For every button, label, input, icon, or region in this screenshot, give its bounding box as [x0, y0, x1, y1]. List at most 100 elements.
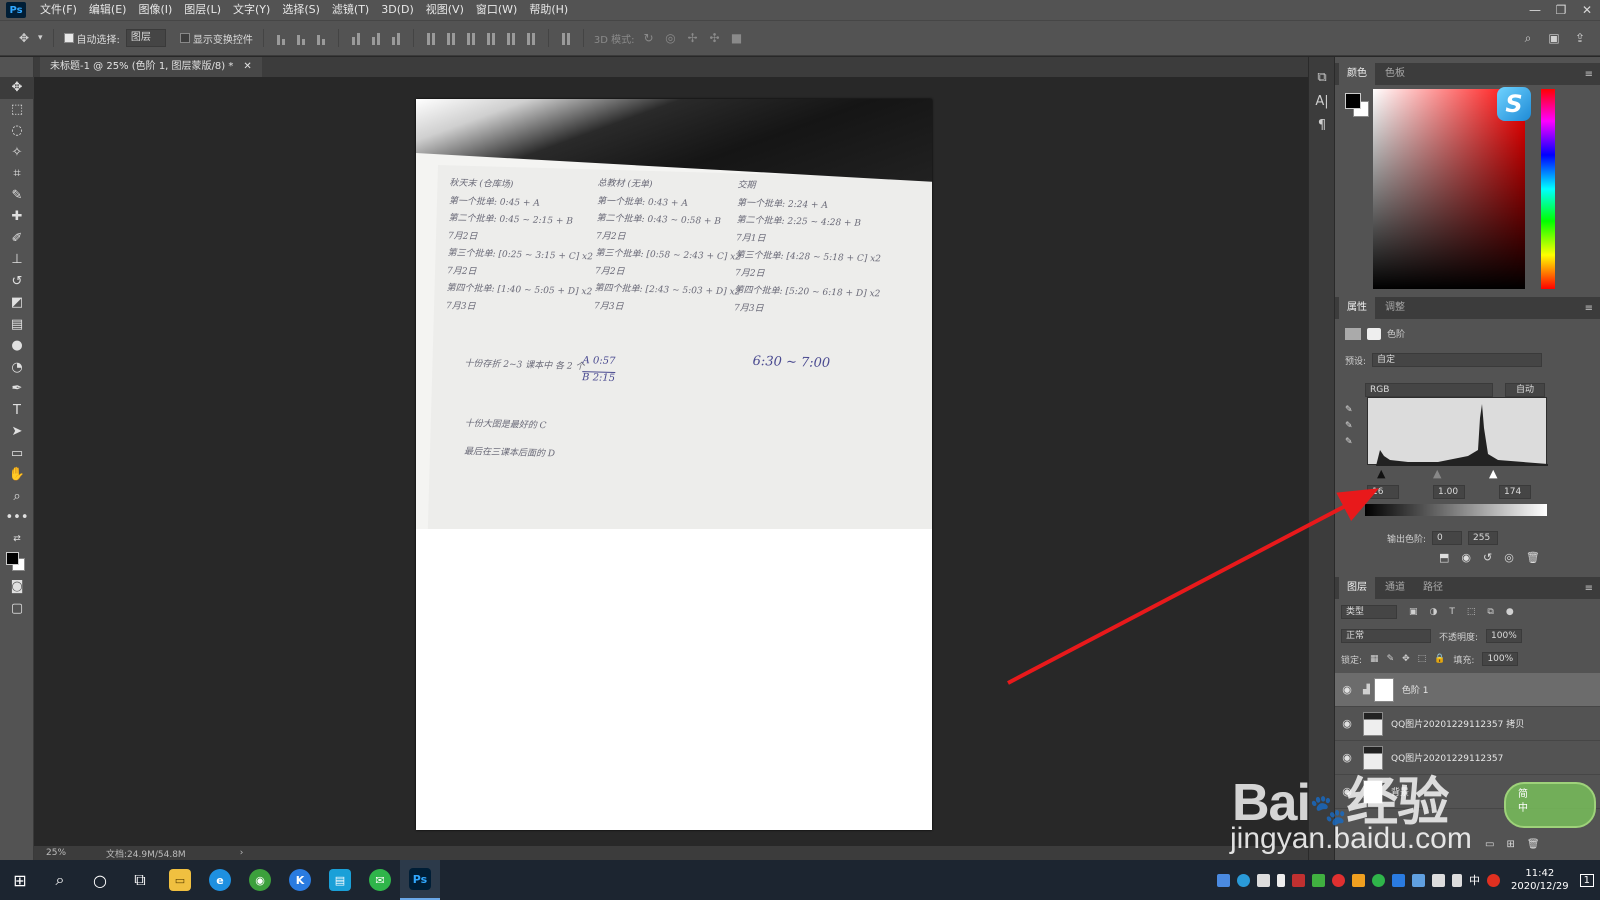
visibility-icon[interactable]: ◎	[1504, 551, 1514, 564]
search-icon[interactable]: ⌕	[40, 860, 80, 900]
black-point-eyedropper-icon[interactable]: ✎	[1345, 405, 1353, 415]
input-black-handle[interactable]: ▲	[1377, 467, 1385, 480]
kugou-icon[interactable]: K	[280, 860, 320, 900]
input-slider-track[interactable]: ▲ ▲ ▲	[1367, 467, 1547, 480]
chevron-right-icon[interactable]: ›	[240, 848, 244, 858]
zoom-tool-icon[interactable]: ⌕	[0, 486, 34, 508]
tab-swatches[interactable]: 色板	[1377, 63, 1413, 85]
tab-layers[interactable]: 图层	[1339, 577, 1375, 599]
show-transform-checkbox[interactable]: 显示变换控件	[179, 31, 253, 46]
document-tab[interactable]: 未标题-1 @ 25% (色阶 1, 图层蒙版/8) * ✕	[40, 57, 262, 77]
distribute-left-icon[interactable]	[484, 31, 498, 45]
sogou-tray-icon[interactable]	[1486, 873, 1500, 887]
auto-button[interactable]: 自动	[1505, 383, 1545, 397]
hand-tool-icon[interactable]: ✋	[0, 464, 34, 486]
panel-menu-icon[interactable]: ≡	[1585, 303, 1593, 314]
tray-app-icon[interactable]	[1256, 873, 1270, 887]
reset-icon[interactable]: ↺	[1483, 551, 1492, 564]
network-icon[interactable]	[1431, 873, 1445, 887]
menu-layer[interactable]: 图层(L)	[178, 0, 227, 20]
cortana-icon[interactable]: ○	[80, 860, 120, 900]
rectangle-tool-icon[interactable]: ▭	[0, 443, 34, 465]
brush-tool-icon[interactable]: ✐	[0, 228, 34, 250]
view-previous-icon[interactable]: ◉	[1461, 551, 1471, 564]
checkbox-unchecked-icon[interactable]	[179, 33, 190, 43]
healing-brush-tool-icon[interactable]: ✚	[0, 206, 34, 228]
lock-position-icon[interactable]: ✥	[1402, 654, 1410, 664]
input-white-field[interactable]: 174	[1499, 485, 1531, 499]
lock-pixels-icon[interactable]: ✎	[1387, 654, 1395, 664]
close-tab-icon[interactable]: ✕	[243, 57, 251, 77]
layer-name[interactable]: QQ图片20201229112357 拷贝	[1391, 717, 1524, 730]
search-icon[interactable]: ⌕	[1520, 30, 1536, 46]
gray-point-eyedropper-icon[interactable]: ✎	[1345, 421, 1353, 431]
layer-row[interactable]: ◉ QQ图片20201229112357 拷贝	[1335, 707, 1600, 741]
filter-pixel-icon[interactable]: ▣	[1409, 607, 1418, 617]
history-panel-icon[interactable]: ⧉	[1309, 65, 1335, 89]
marquee-tool-icon[interactable]: ⬚	[0, 99, 34, 121]
clip-to-layer-icon[interactable]: ⬒	[1439, 551, 1449, 564]
tray-app-icon[interactable]	[1391, 873, 1405, 887]
photoshop-taskbar-icon[interactable]: Ps	[400, 860, 440, 900]
levels-adjustment-icon[interactable]	[1345, 327, 1361, 340]
menu-filter[interactable]: 滤镜(T)	[326, 0, 375, 20]
tray-app-icon[interactable]	[1216, 873, 1230, 887]
tray-app-icon[interactable]	[1351, 873, 1365, 887]
menu-file[interactable]: 文件(F)	[34, 0, 83, 20]
align-hcenter-icon[interactable]	[369, 31, 383, 45]
lasso-tool-icon[interactable]: ◌	[0, 120, 34, 142]
menu-view[interactable]: 视图(V)	[420, 0, 470, 20]
quick-mask-icon[interactable]: ◙	[0, 576, 34, 598]
menu-help[interactable]: 帮助(H)	[523, 0, 574, 20]
ime-floating-badge[interactable]: 简 中	[1504, 782, 1596, 828]
crop-tool-icon[interactable]: ⌗	[0, 163, 34, 185]
new-layer-icon[interactable]: ⊞	[1506, 839, 1514, 850]
shield-icon[interactable]	[1411, 873, 1425, 887]
input-white-handle[interactable]: ▲	[1489, 467, 1497, 480]
delete-icon[interactable]: 🗑	[1526, 551, 1540, 564]
layer-mask-thumbnail[interactable]	[1373, 677, 1394, 702]
path-selection-tool-icon[interactable]: ➤	[0, 421, 34, 443]
close-icon[interactable]: ✕	[1574, 3, 1600, 17]
menu-window[interactable]: 窗口(W)	[470, 0, 523, 20]
blur-tool-icon[interactable]: ●	[0, 335, 34, 357]
eye-icon[interactable]: ◉	[1335, 683, 1359, 696]
layer-name[interactable]: 色阶 1	[1402, 683, 1429, 696]
distribute-top-icon[interactable]	[424, 31, 438, 45]
output-gradient[interactable]	[1365, 504, 1547, 516]
input-gamma-field[interactable]: 1.00	[1433, 485, 1465, 499]
align-right-icon[interactable]	[389, 31, 403, 45]
filter-shape-icon[interactable]: ⬚	[1467, 607, 1476, 617]
tray-app-icon[interactable]	[1311, 873, 1325, 887]
history-brush-tool-icon[interactable]: ↺	[0, 271, 34, 293]
eraser-tool-icon[interactable]: ◩	[0, 292, 34, 314]
tray-app-icon[interactable]	[1236, 873, 1250, 887]
wechat-tray-icon[interactable]	[1371, 873, 1385, 887]
panel-menu-icon[interactable]: ≡	[1585, 583, 1593, 594]
pen-tool-icon[interactable]: ✒	[0, 378, 34, 400]
white-point-eyedropper-icon[interactable]: ✎	[1345, 437, 1353, 447]
task-view-icon[interactable]: ⧉	[120, 860, 160, 900]
3d-camera-icon[interactable]: ■	[729, 30, 745, 46]
mask-icon[interactable]	[1367, 327, 1381, 340]
windows-start-icon[interactable]: ⊞	[0, 860, 40, 900]
ime-language-indicator[interactable]: 中	[1469, 872, 1480, 888]
auto-select-checkbox[interactable]: 自动选择:	[63, 31, 120, 46]
hue-slider[interactable]	[1541, 89, 1555, 289]
channel-dropdown[interactable]: RGB	[1365, 383, 1493, 397]
share-icon[interactable]: ⇪	[1572, 30, 1588, 46]
fill-field[interactable]: 100%	[1482, 652, 1519, 666]
microphone-icon[interactable]	[1276, 873, 1285, 887]
preset-dropdown[interactable]: 自定	[1372, 353, 1543, 367]
layer-thumbnail[interactable]	[1363, 711, 1383, 736]
character-panel-icon[interactable]: A|	[1309, 89, 1335, 113]
tab-channels[interactable]: 通道	[1377, 577, 1413, 599]
menu-3d[interactable]: 3D(D)	[375, 0, 420, 20]
filter-adjustment-icon[interactable]: ◑	[1430, 607, 1438, 617]
tab-adjustments[interactable]: 调整	[1377, 297, 1413, 319]
menu-type[interactable]: 文字(Y)	[227, 0, 276, 20]
auto-select-dropdown[interactable]: 图层	[125, 29, 166, 47]
clock[interactable]: 11:42 2020/12/29	[1511, 867, 1569, 893]
screen-mode-icon[interactable]: ▢	[0, 598, 34, 620]
move-tool-icon[interactable]: ✥	[0, 77, 34, 99]
